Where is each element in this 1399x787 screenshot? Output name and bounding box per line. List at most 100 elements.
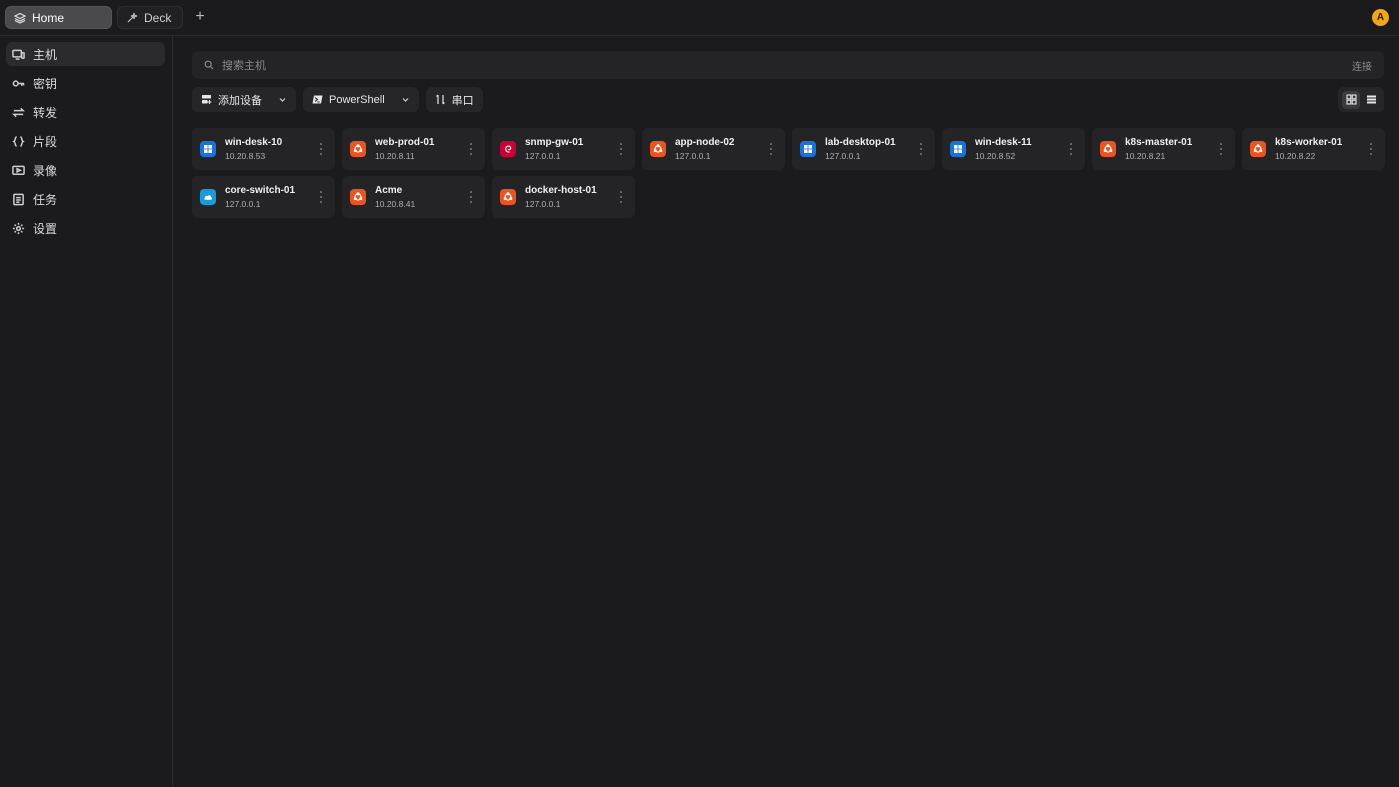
host-address: 10.20.8.53 (225, 151, 266, 161)
host-address: 127.0.0.1 (225, 199, 261, 209)
grid-icon (1345, 94, 1357, 105)
gear-icon (12, 222, 25, 234)
host-info: core-switch-01 127.0.0.1 (225, 185, 295, 209)
add-tab-icon[interactable]: + (192, 9, 208, 25)
host-address: 127.0.0.1 (525, 199, 561, 209)
sidebar-item-tasks[interactable]: 任务 (6, 187, 165, 211)
tab-deck-label: Deck (144, 10, 172, 25)
host-address: 10.20.8.22 (1275, 151, 1316, 161)
host-name: web-prod-01 (375, 137, 435, 148)
hosts-icon (12, 49, 25, 60)
main-content: 搜索主机 连接 添加设备 PowerShell 串口 win-desk-10 10… (173, 36, 1399, 787)
tab-home[interactable]: Home (5, 6, 112, 29)
host-name: win-desk-10 (225, 137, 283, 148)
host-name: docker-host-01 (525, 185, 597, 196)
server-add-icon (202, 95, 212, 104)
top-bar: Home Deck + A (0, 0, 1399, 36)
more-options-icon[interactable] (1069, 143, 1073, 155)
sidebar-item-forward[interactable]: 转发 (6, 100, 165, 124)
tab-deck[interactable]: Deck (117, 6, 183, 29)
windows-icon (800, 141, 816, 157)
sidebar-item-label: 片段 (33, 134, 58, 149)
cloud-icon (200, 189, 216, 205)
sidebar-item-label: 转发 (33, 105, 58, 120)
host-card[interactable]: Acme 10.20.8.41 (342, 176, 485, 218)
host-card[interactable]: web-prod-01 10.20.8.11 (342, 128, 485, 170)
view-toggle (1338, 87, 1384, 112)
more-options-icon[interactable] (1219, 143, 1223, 155)
sidebar-item-keys[interactable]: 密钥 (6, 71, 165, 95)
more-options-icon[interactable] (619, 143, 623, 155)
more-options-icon[interactable] (319, 191, 323, 203)
host-address: 10.20.8.52 (975, 151, 1016, 161)
serial-port-label: 串口 (451, 94, 474, 107)
powershell-button[interactable]: PowerShell (303, 87, 419, 112)
host-name: core-switch-01 (225, 185, 296, 196)
sidebar-item-hosts[interactable]: 主机 (6, 42, 165, 66)
connect-button[interactable]: 连接 (1352, 58, 1372, 73)
powershell-label: PowerShell (329, 93, 385, 106)
tasks-icon (13, 193, 24, 205)
host-name: app-node-02 (675, 137, 735, 148)
list-view-button[interactable] (1362, 91, 1380, 109)
host-name: Acme (375, 185, 403, 196)
more-options-icon[interactable] (619, 191, 623, 203)
host-card[interactable]: k8s-master-01 10.20.8.21 (1092, 128, 1235, 170)
sidebar-item-label: 设置 (33, 221, 58, 236)
host-name: snmp-gw-01 (525, 137, 584, 148)
more-options-icon[interactable] (319, 143, 323, 155)
host-address: 10.20.8.11 (375, 151, 415, 161)
host-card[interactable]: win-desk-10 10.20.8.53 (192, 128, 335, 170)
deck-icon (127, 12, 138, 22)
host-address: 10.20.8.21 (1125, 151, 1166, 161)
serial-port-button[interactable]: 串口 (425, 87, 483, 112)
search-icon (204, 60, 214, 70)
host-grid: win-desk-10 10.20.8.53 web-prod-01 10.20.8.… (192, 128, 1385, 218)
more-options-icon[interactable] (469, 191, 473, 203)
host-address: 127.0.0.1 (675, 151, 711, 161)
chevron-down-icon[interactable] (278, 95, 287, 104)
more-options-icon[interactable] (469, 143, 473, 155)
debian-icon (500, 141, 516, 157)
host-name: k8s-master-01 (1125, 137, 1193, 148)
sidebar-item-label: 主机 (33, 47, 58, 62)
host-info: docker-host-01 127.0.0.1 (525, 185, 597, 209)
host-name: lab-desktop-01 (825, 137, 896, 148)
more-options-icon[interactable] (919, 143, 923, 155)
host-info: k8s-worker-01 10.20.8.22 (1275, 137, 1342, 161)
host-card[interactable]: app-node-02 127.0.0.1 (642, 128, 785, 170)
host-info: snmp-gw-01 127.0.0.1 (525, 137, 583, 161)
sidebar-item-snippets[interactable]: 片段 (6, 129, 165, 153)
search-bar[interactable]: 搜索主机 连接 (192, 51, 1384, 79)
ubuntu-icon (1100, 141, 1116, 157)
more-options-icon[interactable] (769, 143, 773, 155)
avatar[interactable]: A (1372, 9, 1389, 26)
sidebar: 主机 密钥 转发 片段 录像 任务 设置 (0, 36, 173, 787)
host-card[interactable]: core-switch-01 127.0.0.1 (192, 176, 335, 218)
sidebar-item-settings[interactable]: 设置 (6, 216, 165, 240)
more-options-icon[interactable] (1369, 143, 1373, 155)
grid-view-button[interactable] (1342, 90, 1360, 109)
host-info: web-prod-01 10.20.8.11 (375, 137, 434, 161)
sidebar-item-recordings[interactable]: 录像 (6, 158, 165, 182)
chevron-down-icon[interactable] (401, 95, 410, 104)
host-info: lab-desktop-01 127.0.0.1 (825, 137, 896, 161)
host-info: k8s-master-01 10.20.8.21 (1125, 137, 1192, 161)
sidebar-item-label: 录像 (33, 163, 58, 178)
add-device-label: 添加设备 (218, 94, 262, 107)
serial-icon (435, 94, 445, 105)
host-card[interactable]: win-desk-11 10.20.8.52 (942, 128, 1085, 170)
powershell-icon (312, 95, 323, 104)
windows-icon (200, 141, 216, 157)
host-card[interactable]: k8s-worker-01 10.20.8.22 (1242, 128, 1385, 170)
ubuntu-icon (350, 141, 366, 157)
host-card[interactable]: lab-desktop-01 127.0.0.1 (792, 128, 935, 170)
recording-icon (12, 165, 25, 175)
host-card[interactable]: docker-host-01 127.0.0.1 (492, 176, 635, 218)
host-info: app-node-02 127.0.0.1 (675, 137, 734, 161)
add-device-button[interactable]: 添加设备 (192, 87, 296, 112)
host-card[interactable]: snmp-gw-01 127.0.0.1 (492, 128, 635, 170)
ubuntu-icon (1250, 141, 1266, 157)
search-input[interactable]: 搜索主机 (222, 57, 1352, 73)
host-address: 10.20.8.41 (375, 199, 416, 209)
